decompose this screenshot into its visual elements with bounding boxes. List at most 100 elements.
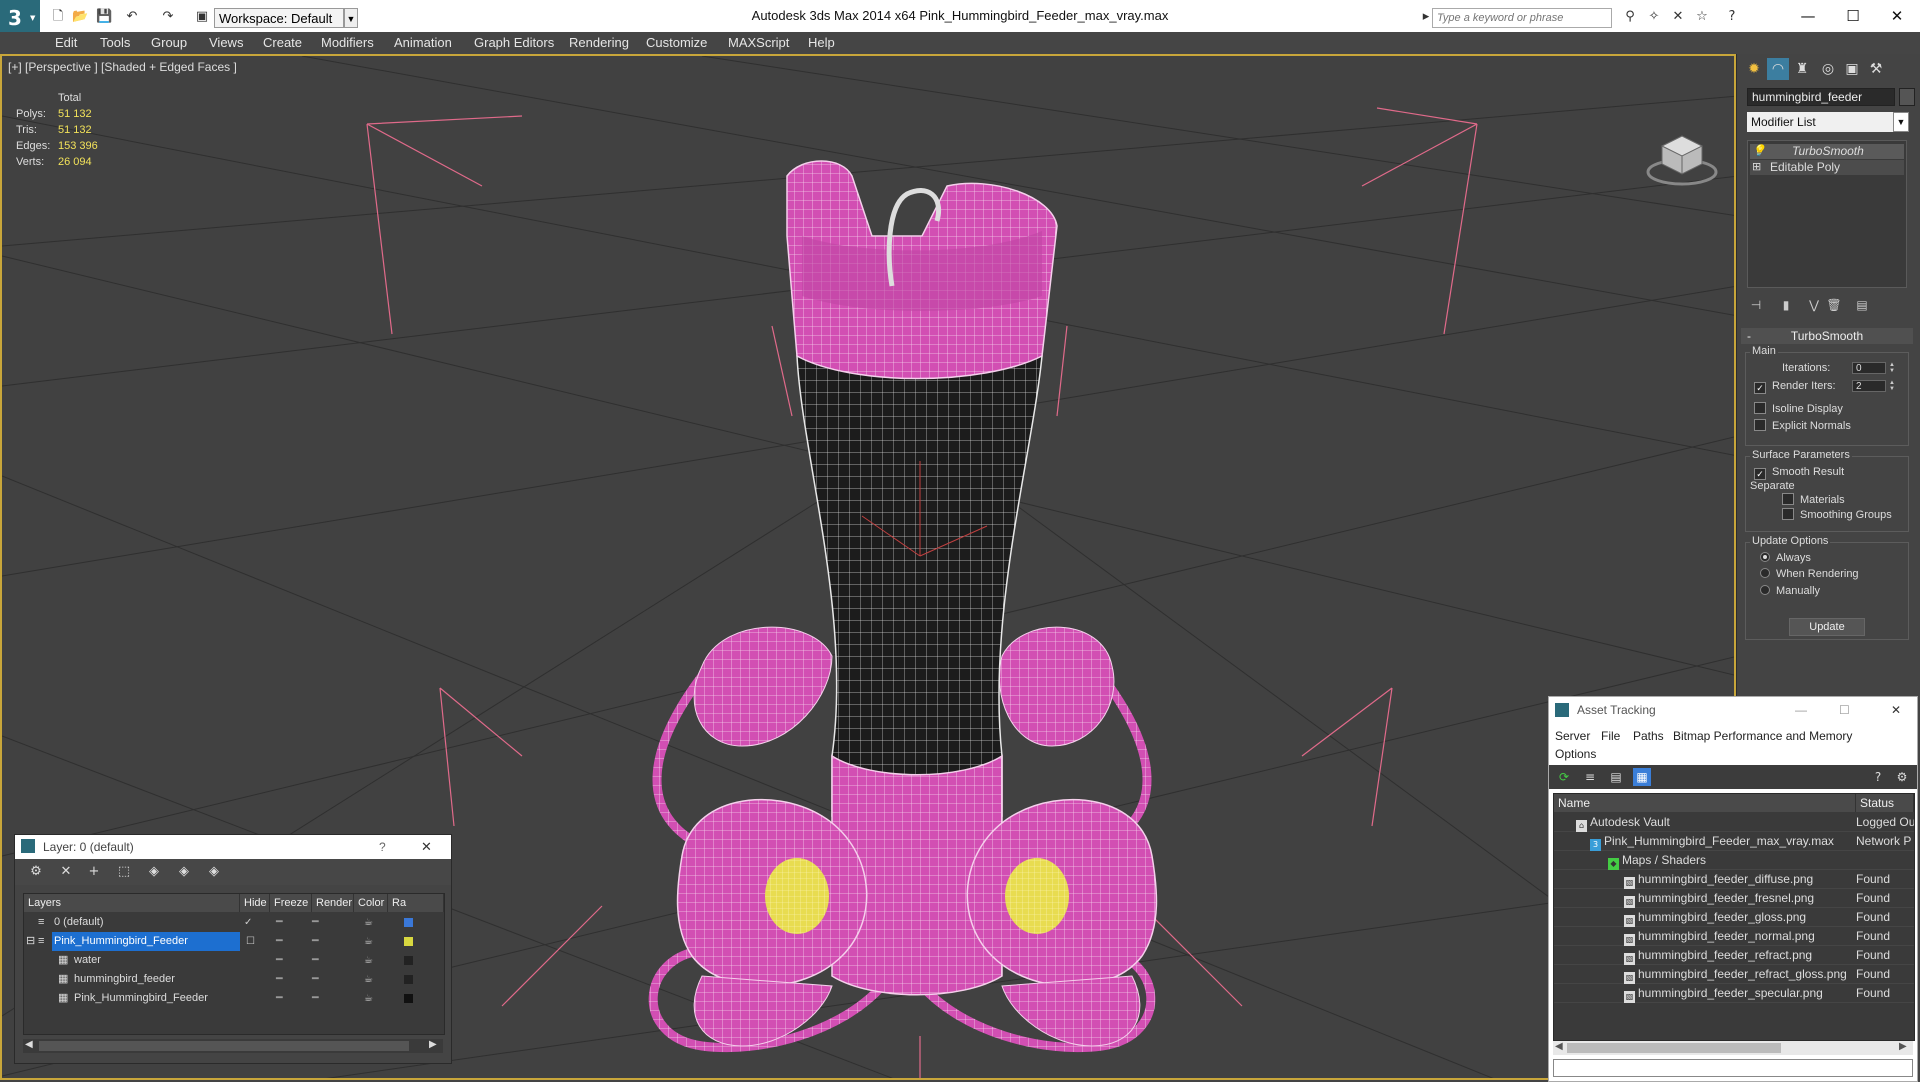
stack-item-turbosmooth[interactable]: 💡 TurboSmooth <box>1750 144 1904 159</box>
table-view-icon[interactable]: ▦ <box>1633 768 1651 786</box>
close-button[interactable]: ✕ <box>1874 0 1920 32</box>
teapot-icon[interactable]: ☕ <box>364 951 373 970</box>
table-row[interactable]: ▧ hummingbird_feeder_normal.png Found <box>1554 927 1914 946</box>
object-name-field[interactable] <box>1747 88 1895 106</box>
menu-graph-editors[interactable]: Graph Editors <box>474 32 554 54</box>
show-end-result-icon[interactable]: ▮ <box>1777 296 1795 314</box>
binoculars-icon[interactable]: ⚲ <box>1622 9 1638 25</box>
workspace-dropdown-icon[interactable]: ▼ <box>344 8 358 28</box>
app-menu-button[interactable]: 3 ▼ <box>0 0 40 36</box>
settings-icon[interactable]: ⚙ <box>1893 768 1911 786</box>
pin-stack-icon[interactable]: ⊣ <box>1747 296 1765 314</box>
modifier-list-select[interactable]: Modifier List <box>1747 112 1907 132</box>
column-radiosity[interactable]: Ra <box>388 894 444 912</box>
menu-help[interactable]: Help <box>808 32 835 54</box>
scroll-thumb[interactable] <box>39 1041 409 1051</box>
layer-row[interactable]: ⊟ ≡ Pink_Hummingbird_Feeder ☐ ━ ━ ☕ <box>24 932 444 951</box>
layer-color-swatch[interactable] <box>404 937 413 946</box>
menu-file[interactable]: File <box>1601 729 1620 743</box>
refresh-icon[interactable]: ⟳ <box>1555 768 1573 786</box>
column-status[interactable]: Status <box>1856 794 1914 812</box>
delete-layer-icon[interactable]: ✕ <box>57 863 75 881</box>
column-layers[interactable]: Layers <box>24 894 240 912</box>
menu-maxscript[interactable]: MAXScript <box>728 32 789 54</box>
layer-row[interactable]: ≡ 0 (default) ✓ ━ ━ ☕ <box>24 913 444 932</box>
remove-modifier-icon[interactable]: 🗑 <box>1825 296 1843 314</box>
scroll-left-icon[interactable]: ◀ <box>25 1039 33 1050</box>
viewport-label[interactable]: [+] [Perspective ] [Shaded + Edged Faces… <box>8 60 237 74</box>
column-color[interactable]: Color <box>354 894 388 912</box>
menu-create[interactable]: Create <box>263 32 302 54</box>
materials-checkbox[interactable] <box>1782 493 1794 505</box>
layer-color-swatch[interactable] <box>404 975 413 984</box>
display-tab-icon[interactable]: ▣ <box>1841 58 1863 80</box>
help-icon[interactable]: ? <box>1869 768 1887 786</box>
menu-paths[interactable]: Paths <box>1633 729 1664 743</box>
menu-tools[interactable]: Tools <box>100 32 130 54</box>
manually-radio[interactable] <box>1760 585 1770 595</box>
scroll-left-icon[interactable]: ◀ <box>1555 1041 1563 1052</box>
table-row[interactable]: ▧ hummingbird_feeder_refract.png Found <box>1554 946 1914 965</box>
manually-row[interactable]: Manually <box>1760 584 1820 598</box>
table-row[interactable]: ▧ hummingbird_feeder_diffuse.png Found <box>1554 870 1914 889</box>
open-file-icon[interactable]: 📂 <box>72 9 88 25</box>
column-render[interactable]: Render <box>312 894 354 912</box>
menu-views[interactable]: Views <box>209 32 243 54</box>
make-unique-icon[interactable]: ⋁ <box>1805 296 1823 314</box>
materials-row[interactable]: Materials <box>1782 493 1845 507</box>
table-row[interactable]: 3 Pink_Hummingbird_Feeder_max_vray.max Net… <box>1554 832 1914 851</box>
new-file-icon[interactable]: 🗋 <box>50 9 66 25</box>
project-folder-icon[interactable]: ▣ <box>194 9 210 25</box>
layer-color-swatch[interactable] <box>404 994 413 1003</box>
render-iters-checkbox[interactable]: ✓ <box>1754 382 1766 394</box>
close-icon[interactable]: ✕ <box>421 835 432 859</box>
smoothing-groups-row[interactable]: Smoothing Groups <box>1782 508 1892 522</box>
minimize-button[interactable]: — <box>1795 697 1807 723</box>
layer-horizontal-scrollbar[interactable]: ◀ ▶ <box>23 1039 443 1053</box>
when-rendering-radio[interactable] <box>1760 568 1770 578</box>
collapse-minus-icon[interactable]: ⊟ <box>26 932 35 951</box>
render-iters-row[interactable]: ✓ Render Iters: <box>1754 379 1836 394</box>
save-file-icon[interactable]: 💾 <box>96 9 112 25</box>
motion-tab-icon[interactable]: ◎ <box>1817 58 1839 80</box>
keyword-search-input[interactable] <box>1432 8 1612 28</box>
detail-view-icon[interactable]: ▤ <box>1607 768 1625 786</box>
smoothing-groups-checkbox[interactable] <box>1782 508 1794 520</box>
workspace-select[interactable]: Workspace: Default <box>214 8 344 28</box>
menu-animation[interactable]: Animation <box>394 32 452 54</box>
close-button[interactable]: ✕ <box>1891 697 1901 723</box>
menu-customize[interactable]: Customize <box>646 32 707 54</box>
scroll-thumb[interactable] <box>1567 1043 1781 1053</box>
isoline-checkbox[interactable] <box>1754 402 1766 414</box>
configure-sets-icon[interactable]: ▤ <box>1853 296 1871 314</box>
layer-dialog-title-bar[interactable]: Layer: 0 (default) ? ✕ <box>15 835 451 859</box>
update-button[interactable]: Update <box>1789 618 1865 636</box>
smooth-result-row[interactable]: ✓ Smooth Result <box>1754 465 1844 480</box>
layer-row[interactable]: ▦ water ━ ━ ☕ <box>24 951 444 970</box>
column-hide[interactable]: Hide <box>240 894 270 912</box>
always-radio[interactable] <box>1760 552 1770 562</box>
asset-tracking-title-bar[interactable]: Asset Tracking — ☐ ✕ <box>1549 697 1917 723</box>
spinner-arrows-icon[interactable]: ▲ ▼ <box>1888 380 1896 392</box>
iterations-spinner[interactable]: 0 <box>1852 362 1886 374</box>
add-layer-icon[interactable]: + <box>85 863 103 881</box>
table-row[interactable]: ▧ hummingbird_feeder_specular.png Found <box>1554 984 1914 1003</box>
chevron-down-icon[interactable]: ▼ <box>1893 112 1909 132</box>
rollout-header[interactable]: - TurboSmooth <box>1741 328 1913 344</box>
expand-plus-icon[interactable]: ⊞ <box>1752 161 1764 173</box>
create-tab-icon[interactable]: ✹ <box>1743 58 1765 80</box>
subscription-icon[interactable]: ✧ <box>1646 9 1662 25</box>
menu-bitmap-performance[interactable]: Bitmap Performance and Memory <box>1673 729 1852 743</box>
column-name[interactable]: Name <box>1554 794 1856 812</box>
table-row[interactable]: ▧ hummingbird_feeder_refract_gloss.png Fou… <box>1554 965 1914 984</box>
layer-settings-icon[interactable]: ⚙ <box>27 863 45 881</box>
communication-icon[interactable]: ✕ <box>1670 9 1686 25</box>
layer-color-swatch[interactable] <box>404 956 413 965</box>
modify-tab-icon[interactable]: ◠ <box>1767 58 1789 80</box>
set-current-layer-icon[interactable]: ◈ <box>205 863 223 881</box>
explicit-normals-row[interactable]: Explicit Normals <box>1754 419 1851 433</box>
scroll-right-icon[interactable]: ▶ <box>429 1039 437 1050</box>
minimize-button[interactable]: — <box>1785 0 1831 32</box>
teapot-icon[interactable]: ☕ <box>364 989 373 1008</box>
asset-horizontal-scrollbar[interactable]: ◀ ▶ <box>1553 1041 1913 1055</box>
